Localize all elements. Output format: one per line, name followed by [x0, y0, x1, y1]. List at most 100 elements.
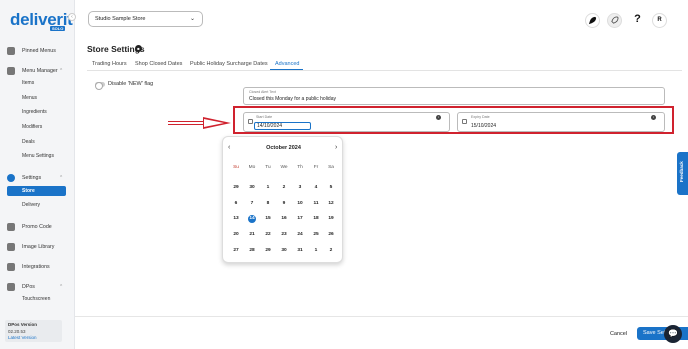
- sidebar-item-integrations[interactable]: Integrations: [7, 261, 50, 272]
- calendar-day[interactable]: 12: [326, 200, 336, 208]
- sidebar-item-dpos[interactable]: DPos ⌃: [7, 281, 63, 292]
- field-label: Closed Alert Text: [249, 90, 276, 94]
- chat-icon[interactable]: 💬: [664, 325, 682, 343]
- tab-public-holiday-surcharge-dates[interactable]: Public Holiday Surcharge Dates: [190, 61, 268, 67]
- sidebar-subitem-touchscreen[interactable]: Touchscreen: [22, 294, 50, 304]
- sidebar-item-label: Menu Manager: [22, 67, 58, 74]
- calendar-day[interactable]: 22: [263, 231, 273, 239]
- calendar-day[interactable]: 13: [231, 215, 241, 223]
- calendar-day[interactable]: 10: [295, 200, 305, 208]
- sidebar-subitem-store[interactable]: Store: [7, 186, 66, 196]
- sidebar-item-label: DPos: [22, 283, 35, 290]
- calendar-day[interactable]: 1: [311, 247, 321, 255]
- calendar-day[interactable]: 2: [326, 247, 336, 255]
- calendar-day[interactable]: 4: [311, 184, 321, 192]
- sidebar-item-image-library[interactable]: Image Library: [7, 241, 54, 252]
- new-flag-toggle-label: Disable 'NEW' flag: [108, 81, 154, 87]
- footer-divider: [75, 316, 688, 317]
- avatar[interactable]: R: [652, 13, 667, 28]
- rocket-outline-icon[interactable]: [607, 13, 622, 28]
- store-select[interactable]: Studio Sample Store ⌄: [88, 11, 203, 27]
- calendar-day[interactable]: 20: [231, 231, 241, 239]
- calendar-day[interactable]: 29: [231, 184, 241, 192]
- calendar-day[interactable]: 3: [295, 184, 305, 192]
- sidebar-item-label: Promo Code: [22, 223, 52, 230]
- sidebar-item-label: Settings: [22, 174, 42, 181]
- new-flag-toggle[interactable]: [95, 81, 105, 90]
- sidebar-item-settings[interactable]: Settings ⌃: [7, 172, 63, 183]
- calendar-day[interactable]: 2: [279, 184, 289, 192]
- gear-icon: [7, 173, 15, 182]
- rocket-icon[interactable]: [585, 13, 600, 28]
- calendar-day[interactable]: 30: [279, 247, 289, 255]
- active-tab-indicator: [270, 69, 303, 70]
- store-icon: ■: [135, 45, 142, 52]
- calendar-day[interactable]: 9: [279, 200, 289, 208]
- sidebar-subitem-modifiers[interactable]: Modifiers: [22, 122, 42, 132]
- calendar-day[interactable]: 5: [326, 184, 336, 192]
- calendar-day[interactable]: 27: [231, 247, 241, 255]
- closed-alert-text-field[interactable]: Closed Alert Text Closed this Monday for…: [243, 87, 665, 105]
- calendar-day[interactable]: 23: [279, 231, 289, 239]
- sidebar-item-menu-manager[interactable]: Menu Manager ⌃: [7, 65, 63, 76]
- calendar-day[interactable]: 17: [295, 215, 305, 223]
- calendar-day[interactable]: 30: [247, 184, 257, 192]
- tab-shop-closed-dates[interactable]: Shop Closed Dates: [135, 61, 182, 67]
- field-value: Closed this Monday for a public holiday: [249, 96, 336, 102]
- calendar-day[interactable]: 18: [311, 215, 321, 223]
- sidebar-item-label: Image Library: [22, 243, 55, 250]
- calendar-weekday-header: Mo: [248, 165, 256, 170]
- sidebar-subitem-ingredients[interactable]: Ingredients: [22, 107, 47, 117]
- calendar-day[interactable]: 21: [247, 231, 257, 239]
- calendar-day[interactable]: 1: [263, 184, 273, 192]
- calendar-weekday-header: Th: [297, 165, 303, 170]
- sidebar-subitem-menu-settings[interactable]: Menu Settings: [22, 151, 54, 161]
- tabs-divider: [87, 70, 682, 71]
- cancel-button[interactable]: Cancel: [605, 328, 632, 340]
- date-picker-popup: ‹ October 2024 › Su Mo Tu We Th Fr Sa 29 30 1 2 3 4 5…: [222, 136, 343, 263]
- latest-version-link[interactable]: Latest Version: [8, 335, 59, 342]
- help-icon[interactable]: ?: [630, 13, 645, 28]
- calendar-month-title: October 2024: [266, 145, 301, 151]
- collapse-sidebar-button[interactable]: ‹: [68, 13, 76, 21]
- next-month-button[interactable]: ›: [335, 144, 337, 151]
- sidebar-item-label: Pinned Menus: [22, 47, 56, 54]
- chevron-up-icon: ⌃: [59, 67, 64, 74]
- calendar-day[interactable]: 16: [279, 215, 289, 223]
- sidebar-item-promo-code[interactable]: Promo Code: [7, 221, 52, 232]
- calendar-day[interactable]: 7: [247, 200, 257, 208]
- calendar-day-selected[interactable]: 14: [248, 215, 256, 223]
- highlight-box: [233, 106, 674, 134]
- calendar-day[interactable]: 24: [295, 231, 305, 239]
- sidebar-subitem-deals[interactable]: Deals: [22, 137, 35, 147]
- chevron-down-icon: ⌄: [189, 16, 195, 22]
- sidebar-subitem-items[interactable]: Items: [22, 78, 34, 88]
- plug-icon: [7, 262, 15, 271]
- version-box: DPos Version 02.20.53 Latest Version: [5, 320, 62, 342]
- calendar-day[interactable]: 25: [311, 231, 321, 239]
- calendar-day[interactable]: 28: [247, 247, 257, 255]
- calendar-day[interactable]: 6: [231, 200, 241, 208]
- calendar-weekday-header: Sa: [328, 165, 334, 170]
- calendar-day[interactable]: 8: [263, 200, 273, 208]
- calendar-day[interactable]: 31: [295, 247, 305, 255]
- calendar-day[interactable]: 29: [263, 247, 273, 255]
- tag-icon: [7, 222, 15, 231]
- calendar-day[interactable]: 19: [326, 215, 336, 223]
- sidebar-item-label: Integrations: [22, 263, 50, 270]
- calendar-day[interactable]: 15: [263, 215, 273, 223]
- sidebar: deliverit SOLO ‹ Pinned Menus Menu Manag…: [0, 0, 76, 349]
- tab-advanced[interactable]: Advanced: [275, 61, 299, 67]
- calendar-day[interactable]: 11: [311, 200, 321, 208]
- tab-trading-hours[interactable]: Trading Hours: [92, 61, 127, 67]
- calendar-weekday-header: Tu: [265, 165, 271, 170]
- sidebar-subitem-menus[interactable]: Menus: [22, 93, 37, 103]
- feedback-label: Feedback: [679, 161, 684, 182]
- calendar-day[interactable]: 26: [326, 231, 336, 239]
- annotation-arrow-shaft: [168, 121, 204, 125]
- sidebar-item-pinned-menus[interactable]: Pinned Menus: [7, 45, 56, 56]
- sidebar-subitem-delivery[interactable]: Delivery: [22, 200, 40, 210]
- image-icon: [7, 242, 15, 251]
- logo-badge: SOLO: [50, 26, 66, 31]
- feedback-tab[interactable]: Feedback: [677, 152, 688, 195]
